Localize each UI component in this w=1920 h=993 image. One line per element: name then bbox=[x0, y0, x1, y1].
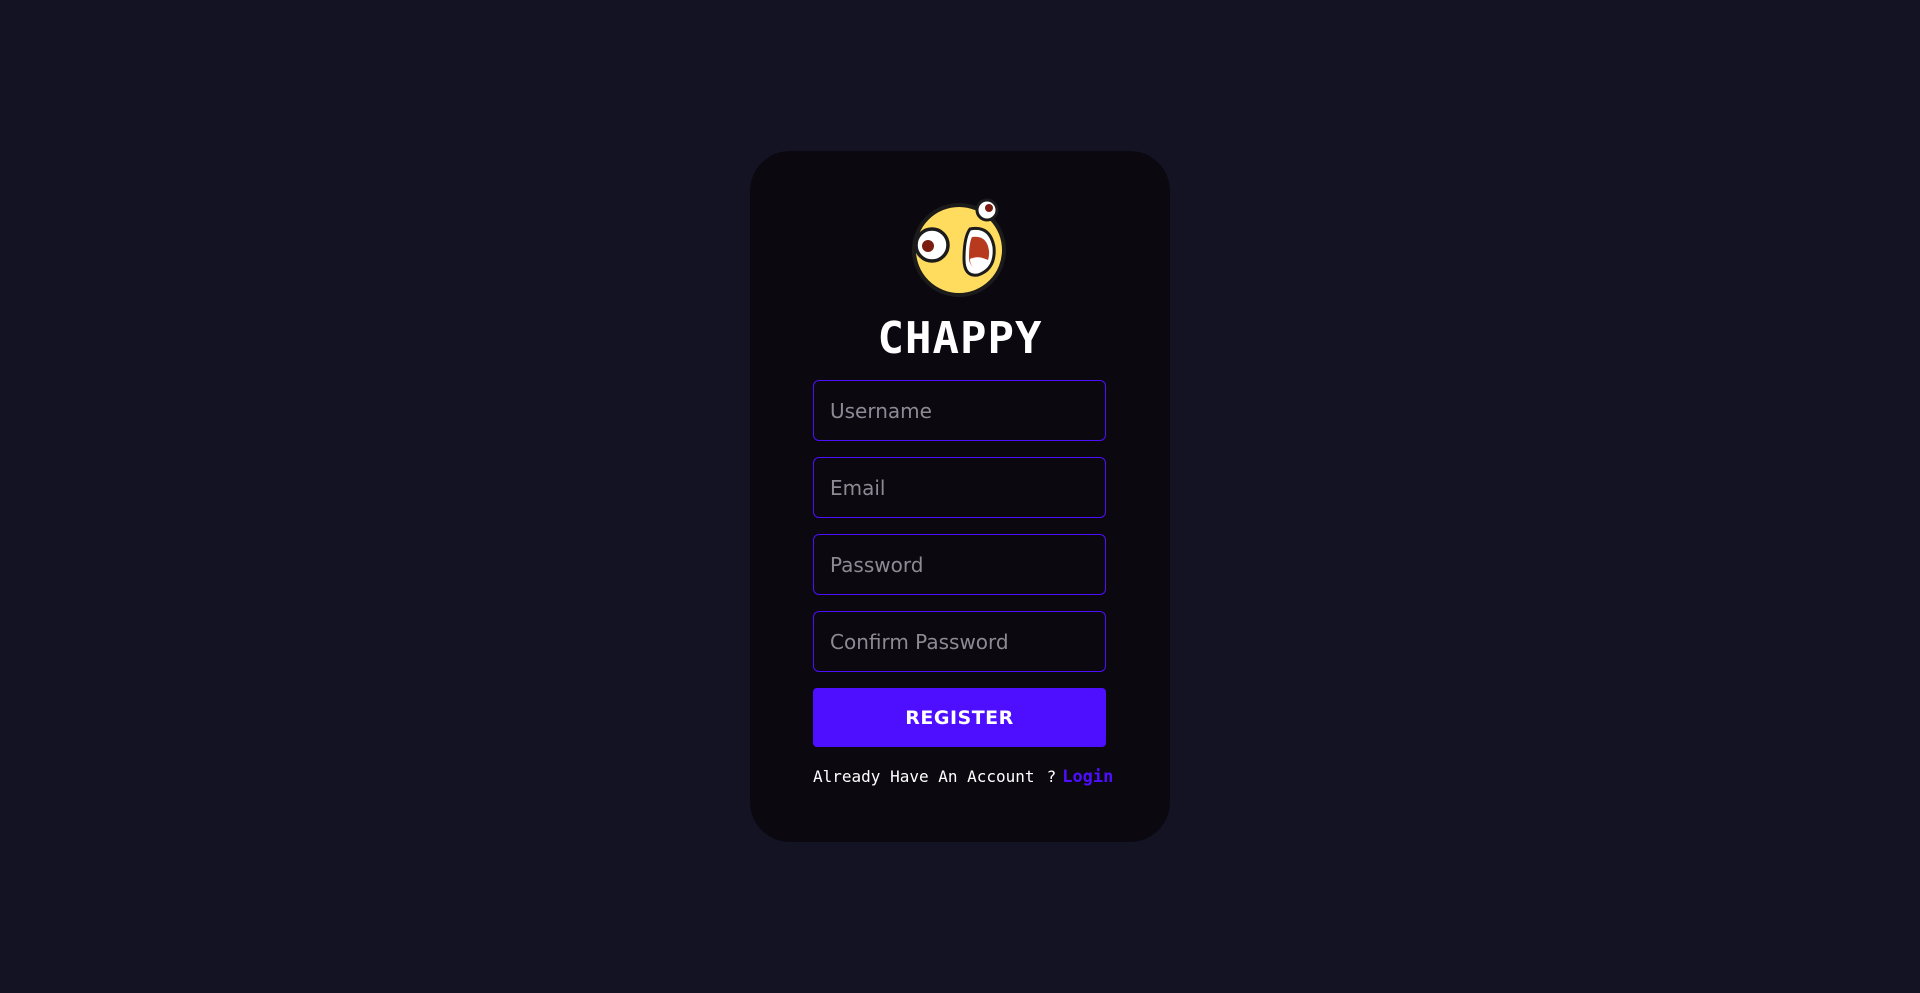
username-input[interactable] bbox=[813, 380, 1106, 441]
email-input[interactable] bbox=[813, 457, 1106, 518]
confirm-password-input[interactable] bbox=[813, 611, 1106, 672]
password-input[interactable] bbox=[813, 534, 1106, 595]
login-prompt: Already Have An Account ? Login bbox=[813, 764, 1113, 790]
app-title: CHAPPY bbox=[877, 313, 1043, 364]
question-mark: ? bbox=[1046, 767, 1057, 786]
login-link[interactable]: Login bbox=[1062, 764, 1113, 790]
register-button[interactable]: REGISTER bbox=[813, 688, 1106, 747]
login-prompt-text: Already Have An Account bbox=[813, 767, 1035, 786]
register-card: CHAPPY REGISTER Already Have An Account … bbox=[750, 151, 1170, 842]
surprised-face-logo bbox=[912, 198, 1006, 297]
